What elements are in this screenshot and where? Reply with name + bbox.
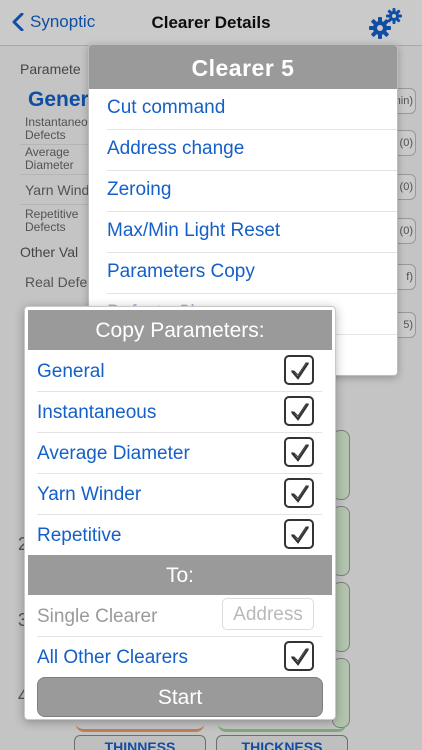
- option-yarn-winder[interactable]: Yarn Winder: [37, 474, 322, 515]
- option-average-diameter[interactable]: Average Diameter: [37, 433, 322, 474]
- option-all-other-clearers[interactable]: All Other Clearers: [37, 637, 322, 678]
- menu-item-parameters-copy[interactable]: Parameters Copy: [107, 253, 397, 294]
- checkmark-icon: [290, 403, 309, 421]
- option-general-label: General: [37, 361, 105, 382]
- checkmark-icon: [290, 526, 309, 544]
- option-instantaneous[interactable]: Instantaneous: [37, 392, 322, 433]
- start-button[interactable]: Start: [37, 677, 323, 717]
- menu-item-address-change[interactable]: Address change: [107, 130, 397, 171]
- checkbox-all-other-clearers[interactable]: [284, 641, 314, 671]
- checkmark-icon: [290, 485, 309, 503]
- option-average-diameter-label: Average Diameter: [37, 443, 190, 464]
- checkbox-repetitive[interactable]: [284, 519, 314, 549]
- option-repetitive-label: Repetitive: [37, 525, 122, 546]
- option-general[interactable]: General: [37, 351, 322, 392]
- option-yarn-winder-label: Yarn Winder: [37, 484, 142, 505]
- to-section-title: To:: [28, 555, 332, 595]
- checkbox-instantaneous[interactable]: [284, 396, 314, 426]
- address-input[interactable]: Address: [222, 598, 314, 630]
- copy-parameters-popover: Copy Parameters: General Instantaneous A…: [24, 306, 336, 720]
- menu-item-max-min-light-reset[interactable]: Max/Min Light Reset: [107, 212, 397, 253]
- option-repetitive[interactable]: Repetitive: [37, 515, 322, 556]
- menu-item-zeroing[interactable]: Zeroing: [107, 171, 397, 212]
- checkbox-yarn-winder[interactable]: [284, 478, 314, 508]
- copy-parameters-title: Copy Parameters:: [28, 310, 332, 350]
- option-instantaneous-label: Instantaneous: [37, 402, 157, 423]
- all-other-clearers-label: All Other Clearers: [37, 647, 188, 668]
- menu-item-cut-command[interactable]: Cut command: [107, 89, 397, 130]
- checkbox-average-diameter[interactable]: [284, 437, 314, 467]
- checkmark-icon: [290, 362, 309, 380]
- clearer-menu-title: Clearer 5: [89, 45, 397, 89]
- single-clearer-label: Single Clearer: [37, 606, 158, 627]
- checkbox-general[interactable]: [284, 355, 314, 385]
- checkmark-icon: [290, 444, 309, 462]
- checkmark-icon: [290, 648, 309, 666]
- option-single-clearer[interactable]: Single Clearer Address: [37, 596, 322, 637]
